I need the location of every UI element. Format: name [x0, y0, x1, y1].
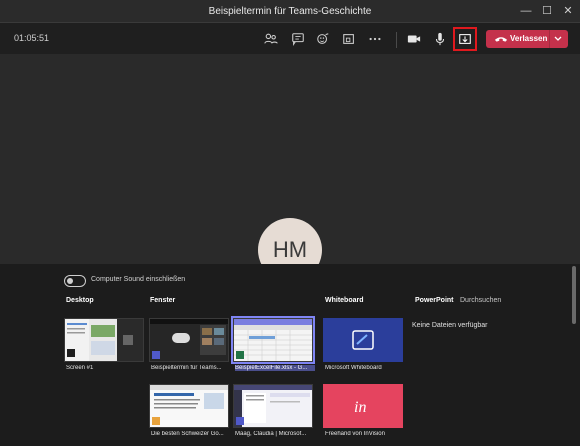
- section-desktop: Desktop: [66, 297, 94, 304]
- window-thumbnail-teams[interactable]: [149, 318, 229, 362]
- reactions-icon[interactable]: [314, 30, 332, 48]
- microsoft-whiteboard-tile[interactable]: [323, 318, 403, 362]
- computer-sound-label: Computer Sound einschließen: [91, 276, 186, 283]
- window-thumbnail-outlook[interactable]: [233, 384, 313, 428]
- toolbar-divider: [396, 32, 397, 48]
- invision-icon: in: [354, 399, 366, 416]
- svg-text:in: in: [354, 399, 366, 416]
- maximize-button[interactable]: ☐: [537, 2, 557, 20]
- window-preview: [234, 319, 312, 361]
- invision-freehand-label: Freehand von InVision: [325, 431, 385, 437]
- rooms-icon[interactable]: [340, 30, 358, 48]
- share-tray-icon[interactable]: [453, 27, 477, 51]
- leave-divider: [549, 30, 550, 48]
- title-bar: Beispieltermin für Teams-Geschichte — ☐ …: [0, 0, 580, 23]
- window-label-outlook: Maag, Claudia | Microsof...: [235, 431, 307, 437]
- toggle-knob: [67, 278, 73, 284]
- window-preview: [150, 385, 228, 425]
- invision-freehand-tile[interactable]: in: [323, 384, 403, 428]
- meeting-toolbar: 01:05:51 Verlassen: [0, 23, 580, 54]
- leave-button[interactable]: Verlassen: [486, 30, 568, 48]
- window-label-teams: Beispieltermin für Teams...: [151, 365, 222, 371]
- leave-label: Verlassen: [510, 34, 548, 43]
- mic-icon[interactable]: [431, 30, 449, 48]
- camera-icon[interactable]: [405, 30, 423, 48]
- leave-phone-icon: [494, 37, 508, 42]
- window-preview: [234, 385, 312, 427]
- window-preview: [150, 319, 228, 359]
- minimize-button[interactable]: —: [516, 2, 536, 20]
- close-button[interactable]: ✕: [558, 2, 578, 20]
- tray-scrollbar[interactable]: [572, 266, 576, 324]
- screen-preview: [65, 319, 143, 361]
- microsoft-whiteboard-label: Microsoft Whiteboard: [325, 365, 382, 371]
- desktop-screen-label: Screen #1: [66, 365, 94, 371]
- call-timer: 01:05:51: [14, 33, 50, 43]
- section-whiteboard: Whiteboard: [325, 297, 364, 304]
- chevron-down-icon[interactable]: [552, 33, 564, 45]
- window-thumbnail-browser[interactable]: [149, 384, 229, 428]
- whiteboard-icon: [352, 330, 374, 350]
- section-window: Fenster: [150, 297, 176, 304]
- window-label-excel: BeispielExcelFile.xlsx - G...: [235, 365, 315, 371]
- more-icon[interactable]: [366, 30, 384, 48]
- section-powerpoint: PowerPoint: [415, 297, 454, 304]
- desktop-screen-thumbnail[interactable]: [64, 318, 144, 362]
- browse-link[interactable]: Durchsuchen: [460, 297, 501, 304]
- computer-sound-toggle[interactable]: [64, 275, 86, 287]
- window-title: Beispieltermin für Teams-Geschichte: [208, 6, 372, 17]
- no-files-text: Keine Dateien verfügbar: [412, 322, 488, 329]
- window-thumbnail-excel[interactable]: [231, 316, 315, 364]
- chat-icon[interactable]: [289, 30, 307, 48]
- participants-icon[interactable]: [262, 30, 280, 48]
- window-label-browser: Die besten Schweizer Go...: [151, 431, 224, 437]
